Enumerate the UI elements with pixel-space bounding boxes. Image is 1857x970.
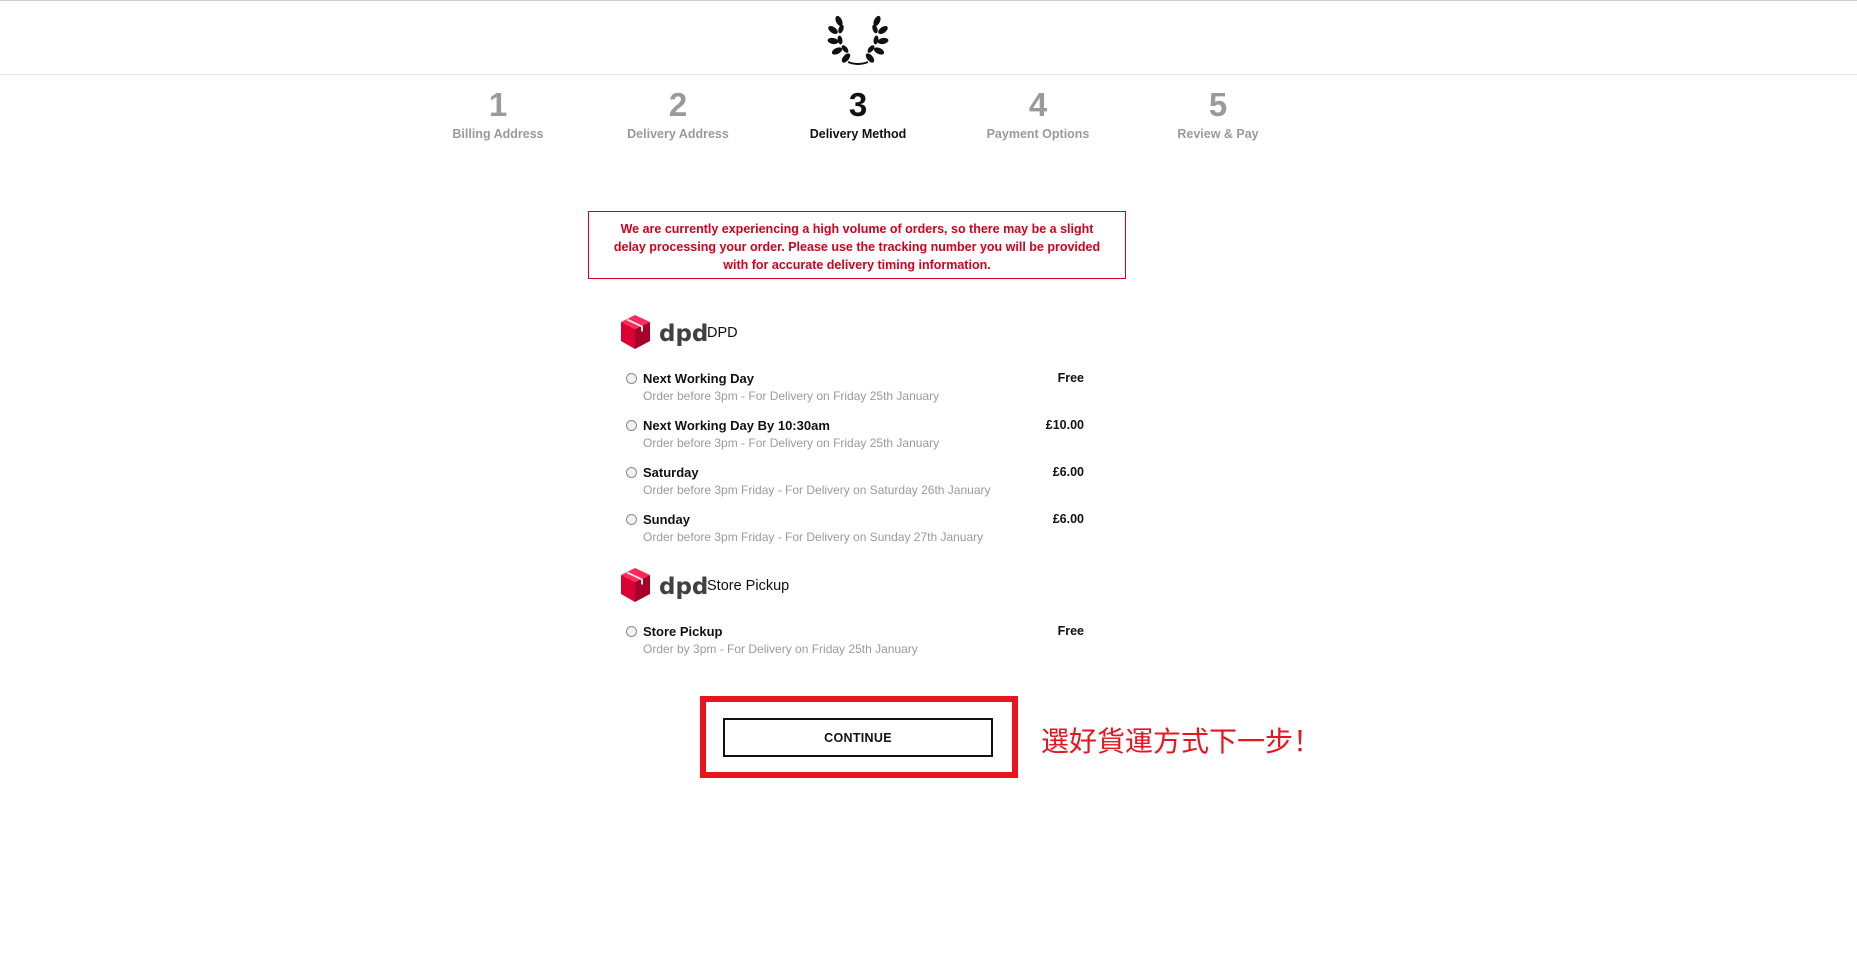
annotation-text: 選好貨運方式下一步！ (1041, 725, 1322, 758)
step-payment-options: 4 Payment Options (948, 84, 1128, 141)
laurel-wreath-icon[interactable] (826, 9, 890, 65)
option-title: Store Pickup (643, 624, 723, 639)
carrier-name: Store Pickup (707, 578, 790, 594)
step-label: Billing Address (452, 127, 544, 141)
option-title: Saturday (643, 465, 699, 480)
step-number: 1 (488, 86, 508, 123)
radio-unchecked-icon[interactable] (626, 467, 637, 478)
step-number: 3 (848, 86, 868, 123)
option-subtitle: Order by 3pm - For Delivery on Friday 25… (643, 642, 918, 656)
delivery-option-next-working-day-1030[interactable]: Next Working Day By 10:30am Order before… (624, 418, 1084, 458)
delivery-option-saturday[interactable]: Saturday Order before 3pm Friday - For D… (624, 465, 1084, 505)
header (0, 1, 1857, 75)
dpd-cube-icon: dpd (621, 568, 707, 602)
radio-unchecked-icon[interactable] (626, 626, 637, 637)
delivery-option-sunday[interactable]: Sunday Order before 3pm Friday - For Del… (624, 512, 1084, 552)
high-volume-notice: We are currently experiencing a high vol… (588, 211, 1126, 279)
option-title: Next Working Day (643, 371, 755, 386)
step-label: Delivery Method (809, 127, 907, 141)
option-price: Free (1057, 624, 1084, 638)
dpd-logo-text: dpd (659, 321, 707, 347)
step-label: Delivery Address (627, 127, 729, 141)
step-review-pay: 5 Review & Pay (1128, 84, 1308, 141)
step-delivery-method: 3 Delivery Method (768, 84, 948, 141)
option-subtitle: Order before 3pm - For Delivery on Frida… (643, 389, 940, 403)
option-price: Free (1057, 371, 1084, 385)
radio-unchecked-icon[interactable] (626, 420, 637, 431)
radio-unchecked-icon[interactable] (626, 514, 637, 525)
option-subtitle: Order before 3pm Friday - For Delivery o… (643, 530, 984, 544)
step-number: 5 (1208, 86, 1228, 123)
checkout-steps: 1 Billing Address 2 Delivery Address 3 D… (0, 84, 1857, 154)
continue-button[interactable]: CONTINUE (723, 718, 993, 757)
step-label: Payment Options (986, 127, 1090, 141)
delivery-option-store-pickup[interactable]: Store Pickup Order by 3pm - For Delivery… (624, 624, 1084, 664)
radio-unchecked-icon[interactable] (626, 373, 637, 384)
option-price: £10.00 (1045, 418, 1084, 432)
option-title: Next Working Day By 10:30am (643, 418, 830, 433)
dpd-cube-icon: dpd (621, 315, 707, 349)
dpd-logo-text: dpd (659, 574, 707, 600)
step-number: 2 (668, 86, 688, 123)
option-subtitle: Order before 3pm Friday - For Delivery o… (643, 483, 991, 497)
carrier-name: DPD (707, 325, 738, 341)
option-price: £6.00 (1052, 512, 1084, 526)
option-price: £6.00 (1052, 465, 1084, 479)
step-delivery-address[interactable]: 2 Delivery Address (588, 84, 768, 141)
option-subtitle: Order before 3pm - For Delivery on Frida… (643, 436, 940, 450)
delivery-option-next-working-day[interactable]: Next Working Day Order before 3pm - For … (624, 371, 1084, 411)
step-billing-address[interactable]: 1 Billing Address (408, 84, 588, 141)
step-label: Review & Pay (1177, 127, 1259, 141)
option-title: Sunday (643, 512, 690, 527)
step-number: 4 (1028, 86, 1048, 123)
